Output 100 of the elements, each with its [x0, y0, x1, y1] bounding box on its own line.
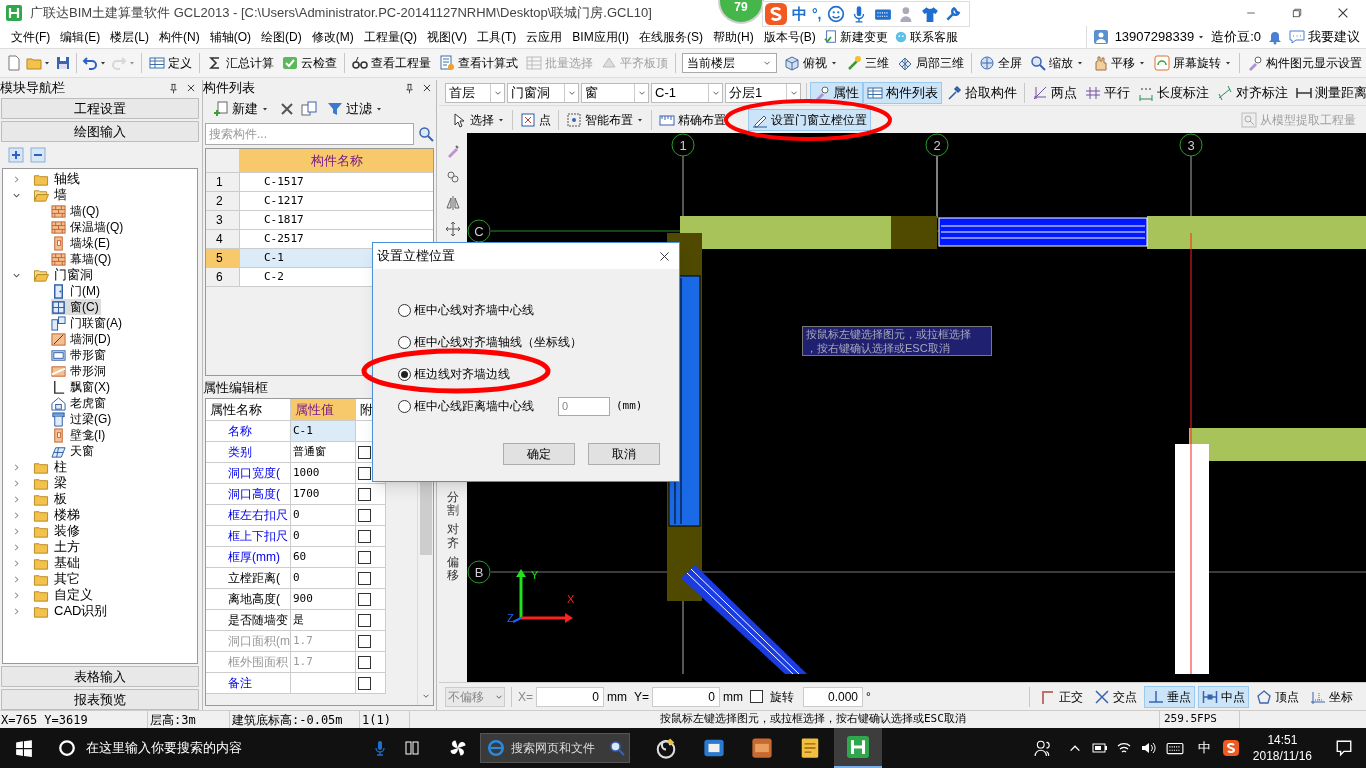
dropdown[interactable]: 分层1 — [725, 82, 801, 103]
menu-item[interactable]: 帮助(H) — [708, 28, 759, 46]
toolbar-button[interactable]: 平移 — [1088, 52, 1150, 74]
tree-item[interactable]: 天窗 — [51, 443, 96, 459]
menu-item[interactable]: 工程量(Q) — [358, 28, 422, 46]
checkbox[interactable] — [750, 690, 764, 703]
tree-item[interactable]: 梁 — [11, 475, 197, 491]
tree-item[interactable]: 板 — [11, 491, 197, 507]
toolbar-button[interactable]: 局部三维 — [893, 52, 968, 74]
checkbox[interactable] — [358, 676, 371, 690]
dropdown[interactable]: 首层 — [445, 82, 505, 103]
menu-item[interactable]: 编辑(E) — [55, 28, 106, 46]
property-value[interactable]: 1000 — [291, 463, 356, 484]
tree-item[interactable]: 墙 — [11, 187, 197, 203]
taskbar-search[interactable]: 在这里输入你要搜索的内容 — [48, 728, 388, 768]
tree-item[interactable]: 墙洞(D) — [51, 331, 113, 347]
x-field[interactable]: 0 — [536, 686, 604, 707]
toolbar-button[interactable]: 长度标注 — [1134, 81, 1213, 104]
checkbox[interactable] — [358, 592, 371, 606]
side-tool-button[interactable] — [443, 219, 463, 239]
toolbar-button[interactable]: 智能布置 — [562, 108, 648, 131]
tree-item[interactable]: 其它 — [11, 571, 197, 587]
toolbar-button[interactable]: 俯视 — [780, 52, 842, 74]
taskbar-app[interactable] — [834, 728, 882, 768]
toolbar-button[interactable]: 查看计算式 — [435, 52, 522, 74]
tree-item[interactable]: 窗(C) — [51, 299, 101, 315]
menu-item[interactable]: 修改(M) — [306, 28, 359, 46]
tree-item[interactable]: 老虎窗 — [51, 395, 108, 411]
table-row[interactable]: 2 C-1217 — [206, 192, 433, 211]
side-tool-button[interactable]: 偏移 — [446, 555, 460, 583]
checkbox[interactable] — [358, 655, 371, 669]
offset-field[interactable]: 0 — [558, 396, 610, 416]
tree-item[interactable]: CAD识别 — [11, 603, 197, 619]
ime-indicator[interactable]: 中 — [1197, 738, 1211, 758]
menu-item[interactable]: 构件(N) — [154, 28, 205, 46]
toolbar-button[interactable]: 点 — [516, 108, 555, 131]
panel-button[interactable]: 工程设置 — [1, 98, 199, 119]
snap-button[interactable]: 中点 — [1198, 685, 1249, 708]
property-value[interactable]: C-1 — [291, 421, 356, 442]
tree-item[interactable]: 装修 — [11, 523, 197, 539]
toggle-button[interactable]: 拾取构件 — [942, 81, 1021, 104]
checkbox[interactable] — [358, 550, 371, 564]
menu-action[interactable]: 新建变更 — [820, 28, 891, 46]
snap-button[interactable]: 交点 — [1090, 685, 1141, 708]
side-tool-button[interactable]: 分割 — [446, 491, 460, 518]
tree-item[interactable]: 自定义 — [11, 587, 197, 603]
menu-item[interactable]: 在线服务(S) — [634, 28, 708, 46]
radio-button[interactable] — [398, 335, 411, 349]
property-value[interactable]: 0 — [291, 505, 356, 526]
toolbar-button[interactable]: 平行 — [1081, 81, 1134, 104]
table-row[interactable]: 3 C-1817 — [206, 211, 433, 230]
tree-item[interactable]: 带形窗 — [51, 347, 108, 363]
property-value[interactable]: 900 — [291, 589, 356, 610]
checkbox[interactable] — [358, 571, 371, 585]
toolbar-button[interactable]: 两点 — [1028, 81, 1081, 104]
toggle-button[interactable]: 属性 — [810, 81, 863, 104]
tree-item[interactable]: 基础 — [11, 555, 197, 571]
collapse-all-button[interactable] — [30, 147, 46, 163]
checkbox[interactable] — [358, 634, 371, 648]
property-value[interactable]: 0 — [291, 568, 356, 589]
tree-item[interactable]: 墙(Q) — [51, 203, 102, 219]
radio-button[interactable] — [398, 303, 411, 317]
account-menu[interactable]: 13907298339 — [1114, 27, 1206, 47]
toolbar-button[interactable]: 选择 — [447, 108, 509, 131]
menu-item[interactable]: 辅轴(O) — [204, 28, 256, 46]
tree-item[interactable]: 门联窗(A) — [51, 315, 124, 331]
toolbar-button[interactable]: 查看工程量 — [348, 52, 435, 74]
property-value[interactable]: 60 — [291, 547, 356, 568]
menu-item[interactable]: 文件(F) — [6, 28, 56, 46]
tree-item[interactable]: 柱 — [11, 459, 197, 475]
menu-item[interactable]: 云应用 — [521, 28, 568, 46]
punctuation-mode[interactable]: °, — [812, 3, 822, 25]
dropdown[interactable]: 门窗洞 — [507, 82, 579, 103]
snap-button[interactable]: 顶点 — [1252, 685, 1303, 708]
checkbox[interactable] — [358, 445, 371, 459]
new-button[interactable]: 新建 — [209, 98, 273, 120]
dropdown[interactable]: C-1 — [651, 82, 723, 103]
property-value[interactable]: 是 — [291, 610, 356, 631]
checkbox[interactable] — [358, 508, 371, 522]
snap-button[interactable]: 垂点 — [1144, 685, 1195, 708]
menu-item[interactable]: BIM应用(I) — [567, 28, 634, 46]
checkbox[interactable] — [358, 487, 371, 501]
tree-item[interactable]: 壁龛(I) — [51, 427, 108, 443]
dialog-button[interactable]: 取消 — [588, 443, 660, 465]
shirt-icon[interactable] — [920, 5, 939, 23]
tree-item[interactable]: 墙垛(E) — [51, 235, 112, 251]
checkbox[interactable] — [358, 613, 371, 627]
toolbar-button[interactable]: 全屏 — [975, 52, 1026, 74]
radio-button[interactable] — [398, 399, 411, 413]
tree-item[interactable]: 带形洞 — [51, 363, 108, 379]
property-value[interactable]: 0 — [291, 526, 356, 547]
menu-item[interactable]: 楼层(L) — [105, 28, 154, 46]
property-value[interactable]: 普通窗 — [291, 442, 356, 463]
toolbar-button[interactable]: 云检查 — [278, 52, 341, 74]
tree-item[interactable]: 楼梯 — [11, 507, 197, 523]
toolbar-button[interactable]: 设置门窗立樘位置 — [748, 108, 871, 131]
side-tool-button[interactable] — [443, 193, 463, 213]
property-value[interactable]: 1700 — [291, 484, 356, 505]
panel-button[interactable]: 报表预览 — [1, 689, 199, 710]
menu-action[interactable]: 联系客服 — [890, 28, 961, 46]
